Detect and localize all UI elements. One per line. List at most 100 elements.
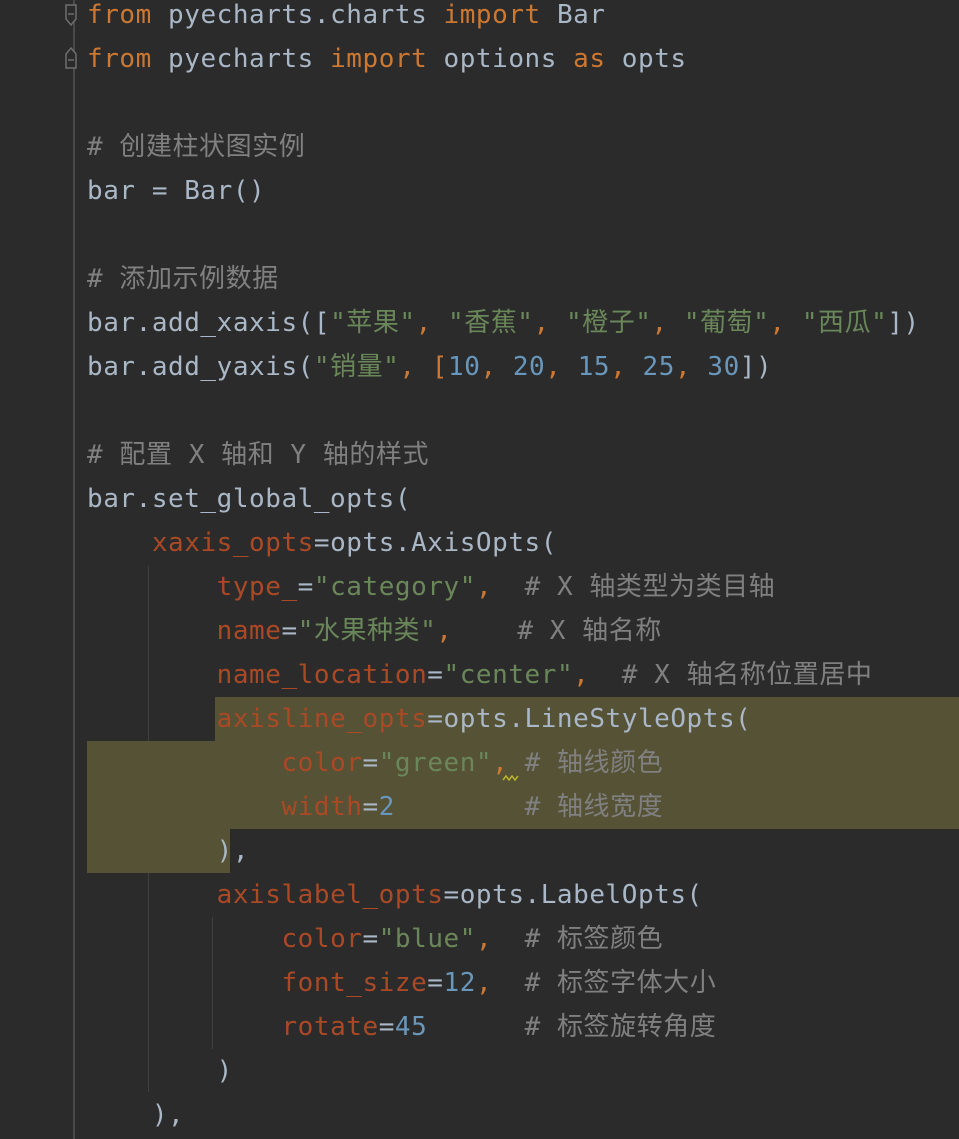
operator: = <box>362 924 379 954</box>
parameter-name: name <box>216 616 282 646</box>
parameter-name: color <box>281 924 363 954</box>
keyword: from <box>87 0 152 30</box>
fold-start-icon[interactable] <box>64 3 78 29</box>
code-line-13[interactable]: xaxis_opts=opts.AxisOpts( <box>87 521 557 565</box>
parameter-name: axisline_opts <box>216 704 428 734</box>
operator: = <box>378 1012 395 1042</box>
keyword: as <box>573 44 606 74</box>
number-literal: 20 <box>512 352 546 382</box>
code-line-16[interactable]: name_location="center", # X 轴名称位置居中 <box>87 653 872 697</box>
separator: , <box>651 308 684 338</box>
code-comment: # 轴线颜色 <box>524 748 664 778</box>
string-literal: "blue" <box>378 924 476 954</box>
parameter-name: name_location <box>216 660 428 690</box>
code-text: =opts.AxisOpts( <box>313 528 557 558</box>
code-line-19[interactable]: width=2 # 轴线宽度 <box>87 785 663 829</box>
number-literal: 12 <box>443 968 476 998</box>
code-text: bar = Bar() <box>87 176 266 206</box>
code-line-11[interactable]: # 配置 X 轴和 Y 轴的样式 <box>87 433 429 477</box>
gutter-divider <box>73 0 75 1139</box>
parameter-name: type_ <box>216 572 298 602</box>
code-line-2[interactable]: from pyecharts import options as opts <box>87 37 687 81</box>
keyword: import <box>443 0 541 30</box>
code-editor[interactable]: from pyecharts.charts import Bar from py… <box>0 0 959 1139</box>
code-line-7[interactable]: # 添加示例数据 <box>87 257 279 301</box>
code-line-17[interactable]: axisline_opts=opts.LineStyleOpts( <box>87 697 751 741</box>
code-line-14[interactable]: type_="category", # X 轴类型为类目轴 <box>87 565 775 609</box>
code-line-24[interactable]: rotate=45 # 标签旋转角度 <box>87 1005 716 1049</box>
separator: , <box>573 660 622 690</box>
code-line-15[interactable]: name="水果种类", # X 轴名称 <box>87 609 662 653</box>
fold-start-icon[interactable] <box>64 46 78 72</box>
number-literal: 25 <box>642 352 675 382</box>
separator: , <box>674 352 708 382</box>
string-literal: "橙子" <box>565 308 652 338</box>
code-text: bar.add_yaxis( <box>87 352 314 382</box>
code-comment: # 创建柱状图实例 <box>87 132 306 162</box>
code-line-12[interactable]: bar.set_global_opts( <box>87 477 411 521</box>
code-line-4[interactable]: # 创建柱状图实例 <box>87 125 305 169</box>
code-line-8[interactable]: bar.add_xaxis(["苹果", "香蕉", "橙子", "葡萄", "… <box>87 301 920 345</box>
operator: = <box>362 748 379 778</box>
code-comment: # 标签旋转角度 <box>524 1012 717 1042</box>
string-literal: "葡萄" <box>683 308 770 338</box>
operator: = <box>297 572 314 602</box>
warning-squiggle-icon[interactable] <box>502 774 520 782</box>
separator: , <box>436 616 518 646</box>
keyword: import <box>330 44 428 74</box>
code-line-20[interactable]: ), <box>87 829 249 873</box>
code-line-1[interactable]: from pyecharts.charts import Bar <box>87 0 606 37</box>
code-text: ) <box>216 1056 233 1086</box>
code-line-21[interactable]: axislabel_opts=opts.LabelOpts( <box>87 873 703 917</box>
code-text: ), <box>151 1100 185 1130</box>
code-text: ), <box>216 836 250 866</box>
code-line-18[interactable]: color="green", # 轴线颜色 <box>87 741 663 785</box>
code-line-22[interactable]: color="blue", # 标签颜色 <box>87 917 663 961</box>
code-line-25[interactable]: ) <box>87 1049 233 1093</box>
code-comment: # X 轴名称 <box>517 616 662 646</box>
code-line-23[interactable]: font_size=12, # 标签字体大小 <box>87 961 716 1005</box>
alias-name: opts <box>605 44 687 74</box>
code-comment: # 添加示例数据 <box>87 264 279 294</box>
string-literal: "销量" <box>313 352 400 382</box>
string-literal: "green" <box>378 748 493 778</box>
spacing <box>395 792 525 822</box>
module-name: pyecharts <box>151 44 331 74</box>
string-literal: "center" <box>443 660 574 690</box>
separator: , [ <box>399 352 448 382</box>
separator: , <box>475 572 525 602</box>
operator: = <box>362 792 379 822</box>
code-text: =opts.LabelOpts( <box>443 880 703 910</box>
code-comment: # 标签颜色 <box>524 924 664 954</box>
import-name: Bar <box>540 0 606 30</box>
separator: , <box>480 352 513 382</box>
code-text: =opts.LineStyleOpts( <box>427 704 752 734</box>
module-name: pyecharts.charts <box>151 0 444 30</box>
import-name: options <box>427 44 574 74</box>
code-line-5[interactable]: bar = Bar() <box>87 169 265 213</box>
string-literal: "category" <box>313 572 476 602</box>
code-line-26[interactable]: ), <box>87 1093 184 1137</box>
operator: = <box>427 968 444 998</box>
separator: , <box>533 308 566 338</box>
string-literal: "水果种类" <box>297 616 437 646</box>
number-literal: 15 <box>577 352 611 382</box>
code-comment: # 配置 X 轴和 Y 轴的样式 <box>87 440 430 470</box>
code-comment: # X 轴名称位置居中 <box>621 660 873 690</box>
code-line-9[interactable]: bar.add_yaxis("销量", [10, 20, 15, 25, 30]… <box>87 345 772 389</box>
number-literal: 10 <box>448 352 481 382</box>
code-text: bar.add_xaxis([ <box>87 308 331 338</box>
code-comment: # 标签字体大小 <box>524 968 717 998</box>
operator: = <box>427 660 444 690</box>
parameter-name: font_size <box>281 968 428 998</box>
separator: , <box>545 352 578 382</box>
